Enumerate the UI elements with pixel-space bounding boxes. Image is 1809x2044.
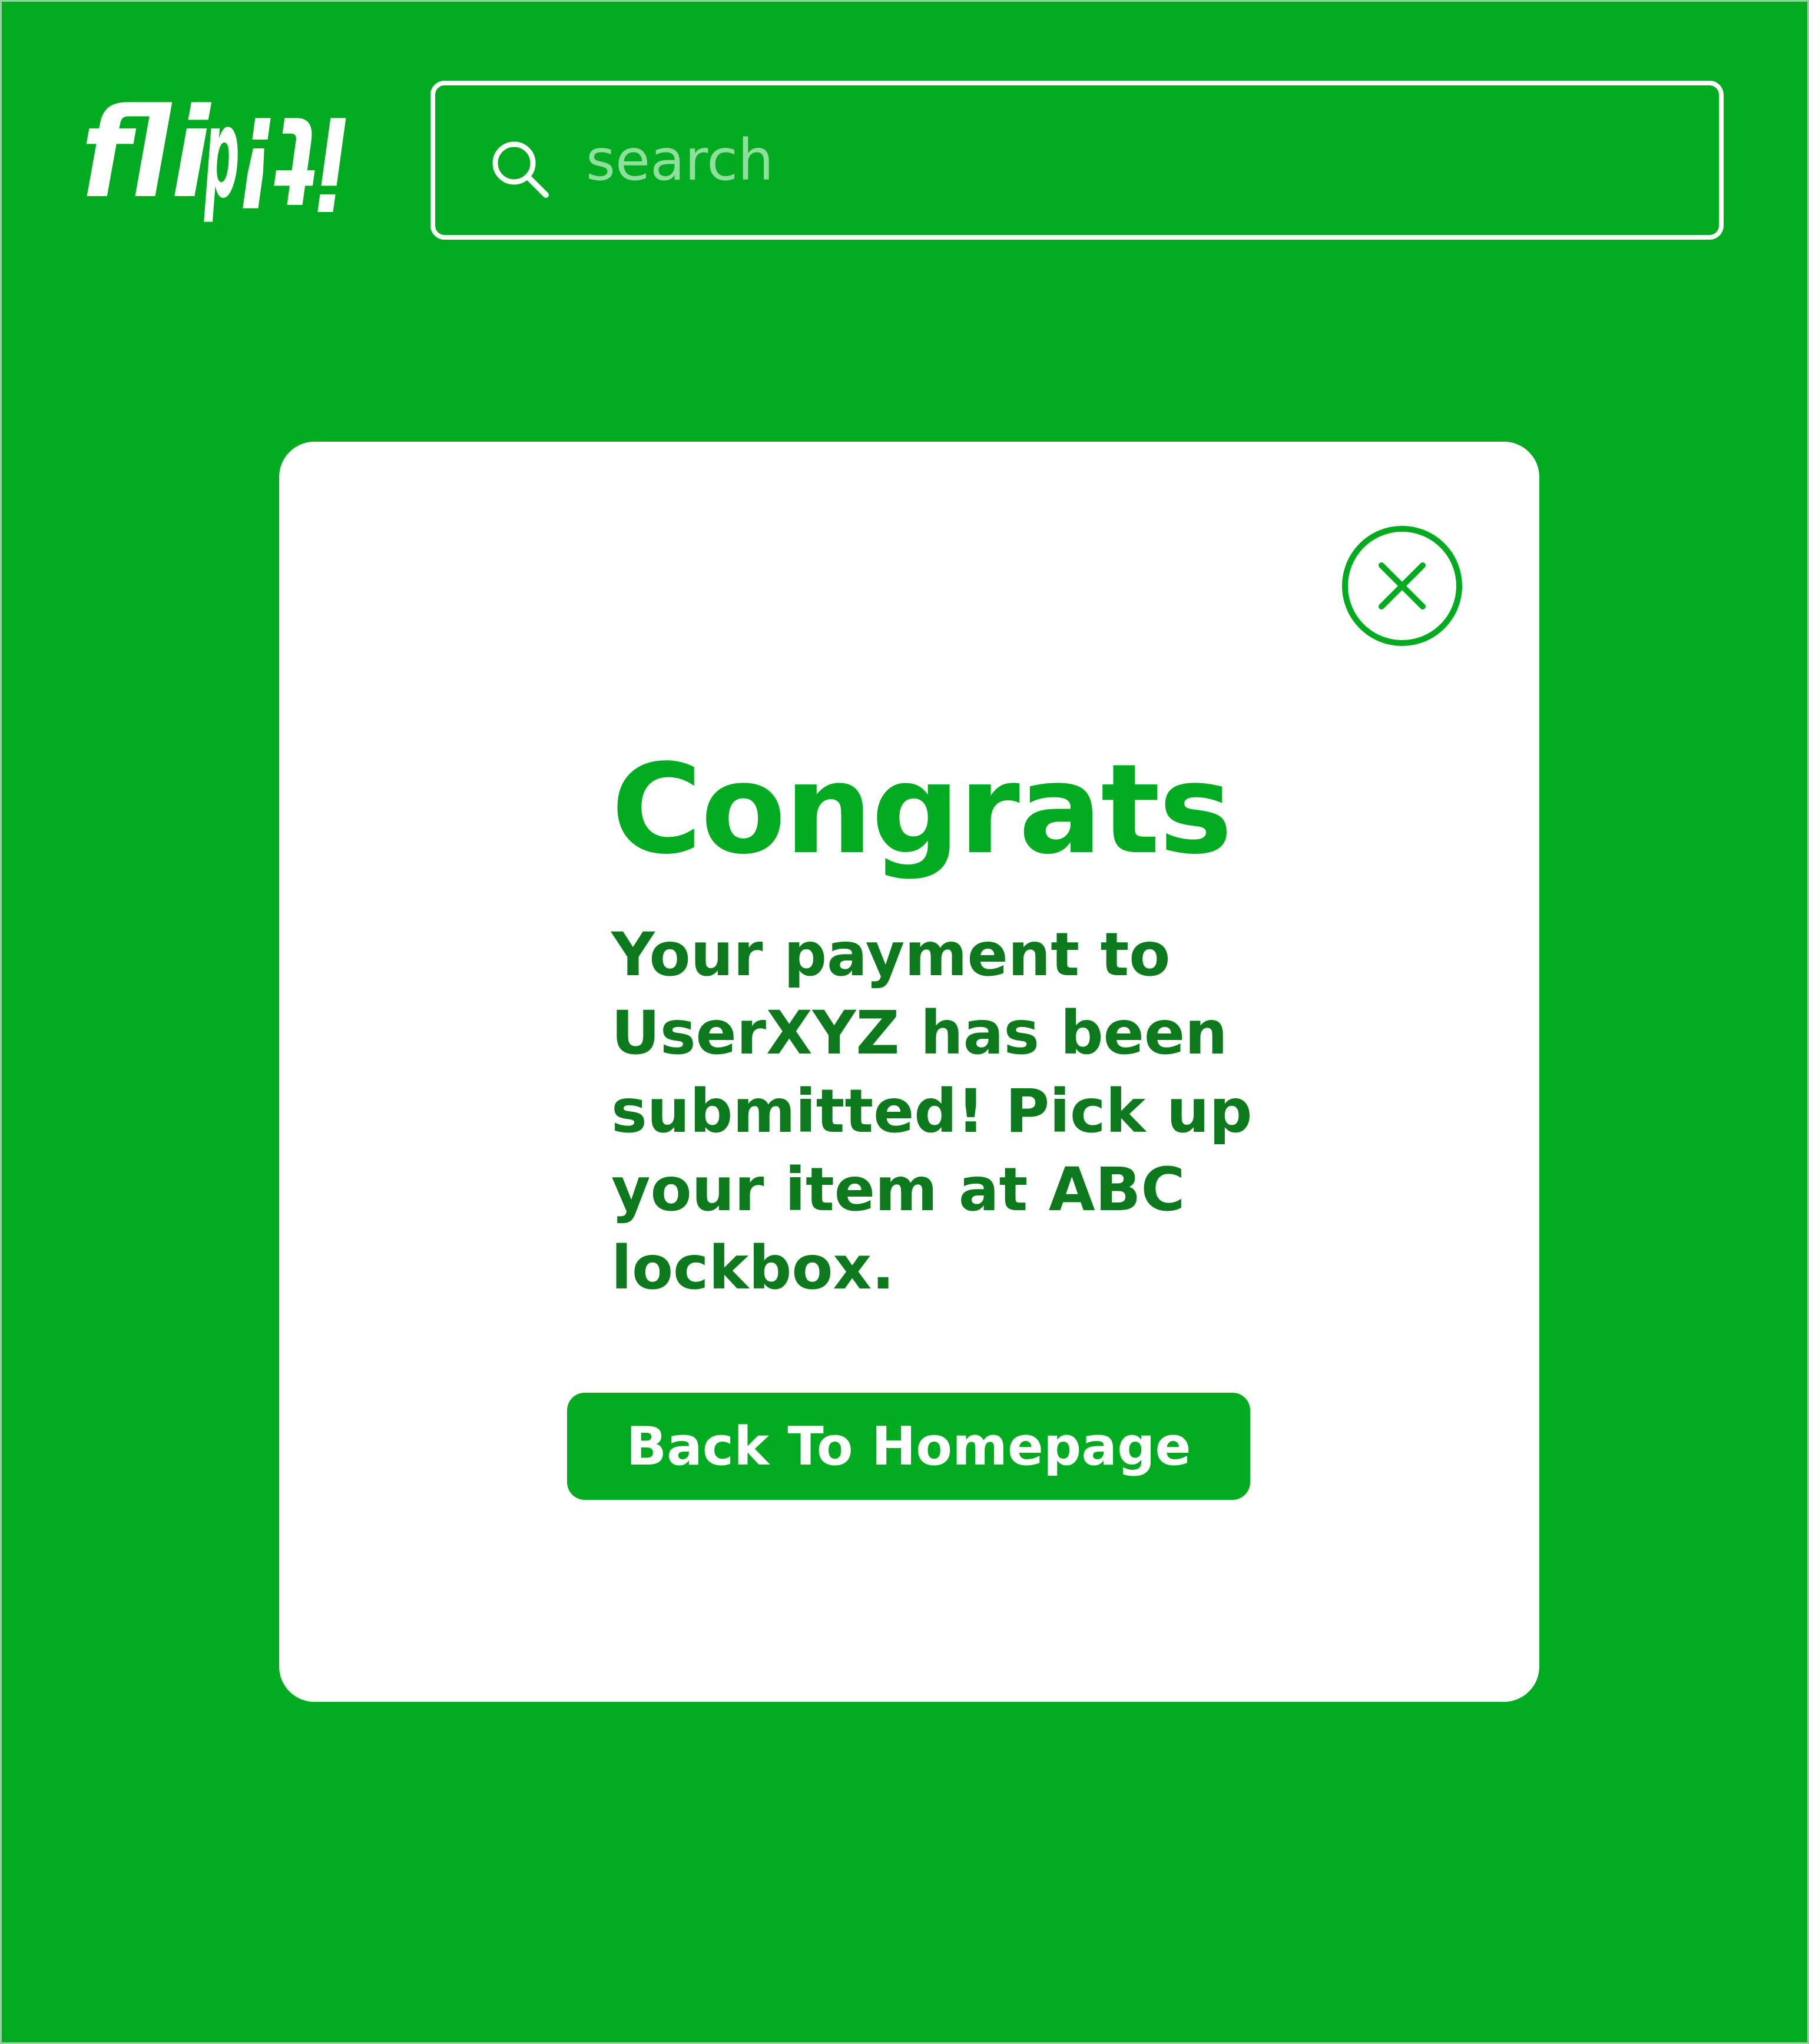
svg-text:p: p [204,90,240,226]
flipit-logo[interactable]: fli p it! [81,90,352,231]
logo-graphic: fli p it! [81,90,349,231]
svg-text:fli: fli [81,90,212,226]
back-to-homepage-button[interactable]: Back To Homepage [567,1393,1250,1500]
close-icon [1342,526,1462,646]
search-bar[interactable] [430,81,1724,240]
confirmation-message: Your payment to UserXYZ has been submitt… [611,920,1253,1303]
close-button[interactable] [1341,525,1463,647]
search-icon [489,138,551,200]
svg-text:it!: it! [237,90,349,231]
modal-title: Congrats [611,737,1232,882]
search-input[interactable] [586,119,1681,201]
payment-confirmation-modal: Congrats Your payment to UserXYZ has bee… [279,442,1539,1702]
